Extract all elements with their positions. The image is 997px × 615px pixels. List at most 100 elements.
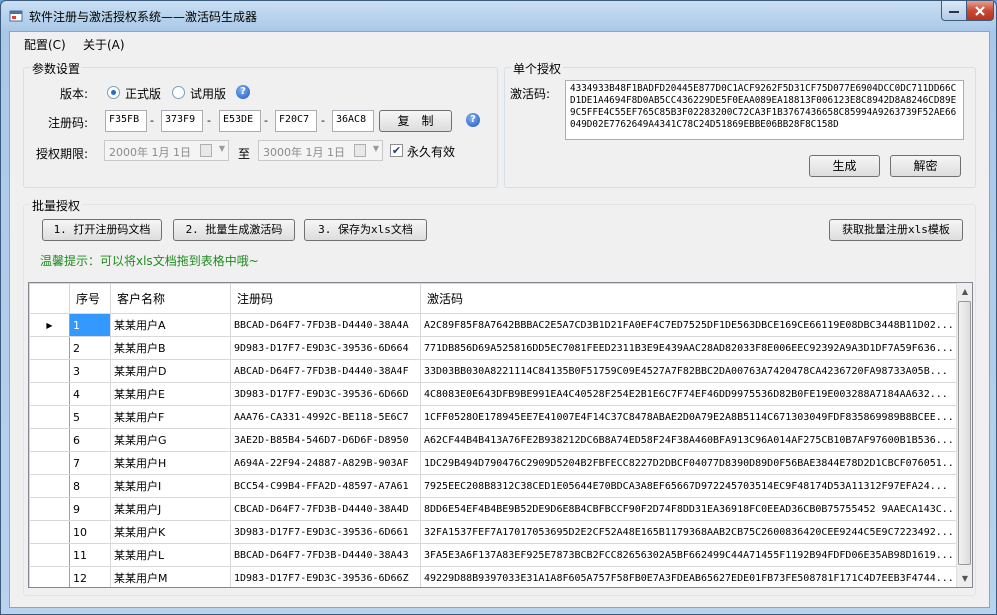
copy-button[interactable]: 复 制	[379, 110, 452, 132]
regcode-part-5[interactable]: 36AC8	[332, 110, 374, 132]
cell-index[interactable]: 10	[69, 520, 111, 544]
menu-about[interactable]: 关于(A)	[83, 36, 125, 53]
table-row[interactable]: ▶ 1 某某用户A BBCAD-D64F7-7FD3B-D4440-38A4A A2C8…	[29, 313, 957, 337]
radio-trial-label[interactable]: 试用版	[190, 85, 226, 102]
row-header[interactable]	[29, 405, 70, 429]
cell-customer[interactable]: 某某用户L	[110, 543, 231, 567]
cell-regcode[interactable]: CBCAD-D64F7-7FD3B-D4440-38A4D	[230, 497, 421, 521]
generate-button[interactable]: 生成	[809, 155, 880, 177]
get-xls-template-button[interactable]: 获取批量注册xls模板	[829, 219, 963, 241]
row-header[interactable]	[29, 497, 70, 521]
table-row[interactable]: 10 某某用户K 3D983-D17F7-E9D3C-39536-6D661 32FA…	[29, 520, 957, 544]
cell-customer[interactable]: 某某用户E	[110, 382, 231, 406]
radio-trial[interactable]	[172, 86, 185, 99]
cell-index[interactable]: 11	[69, 543, 111, 567]
cell-regcode[interactable]: AAA76-CA331-4992C-BE118-5E6C7	[230, 405, 421, 429]
version-help-icon[interactable]: ?	[236, 85, 250, 99]
cell-index[interactable]: 4	[69, 382, 111, 406]
row-header[interactable]	[29, 428, 70, 452]
activation-code-textarea[interactable]: 4334933B48F1BADFD20445E877D0C1ACF9262F5D…	[565, 80, 964, 140]
col-header-actcode[interactable]: 激活码	[420, 283, 957, 314]
batch-generate-button[interactable]: 2. 批量生成激活码	[173, 219, 295, 241]
cell-customer[interactable]: 某某用户J	[110, 497, 231, 521]
cell-actcode[interactable]: A2C89F85F8A7642BBBAC2E5A7CD3B1D21FA0EF4C…	[420, 313, 957, 337]
cell-index[interactable]: 8	[69, 474, 111, 498]
cell-regcode[interactable]: A694A-22F94-24887-A829B-903AF	[230, 451, 421, 475]
cell-actcode[interactable]: 3FA5E3A6F137A83EF925E7873BCB2FCC82656302…	[420, 543, 957, 567]
cell-regcode[interactable]: 3D983-D17F7-E9D3C-39536-6D661	[230, 520, 421, 544]
save-xls-button[interactable]: 3. 保存为xls文档	[304, 219, 427, 241]
table-row[interactable]: 5 某某用户F AAA76-CA331-4992C-BE118-5E6C7 1CFF0…	[29, 405, 957, 429]
row-header[interactable]	[29, 474, 70, 498]
row-header[interactable]	[29, 359, 70, 383]
cell-regcode[interactable]: 1D983-D17F7-E9D3C-39536-6D66Z	[230, 566, 421, 587]
cell-index[interactable]: 3	[69, 359, 111, 383]
regcode-part-1[interactable]: F35FB	[105, 110, 147, 132]
cell-customer[interactable]: 某某用户G	[110, 428, 231, 452]
date-from-picker[interactable]: 2000年 1月 1日 ▼	[104, 140, 229, 161]
regcode-part-2[interactable]: 373F9	[161, 110, 203, 132]
cell-actcode[interactable]: 32FA1537FEF7A17017053695D2E2CF52A48E165B…	[420, 520, 957, 544]
scroll-down-icon[interactable]: ▼	[957, 570, 972, 587]
row-header[interactable]	[29, 382, 70, 406]
cell-index[interactable]: 5	[69, 405, 111, 429]
cell-index[interactable]: 1	[69, 313, 111, 337]
cell-customer[interactable]: 某某用户H	[110, 451, 231, 475]
cell-regcode[interactable]: BBCAD-D64F7-7FD3B-D4440-38A43	[230, 543, 421, 567]
col-header-index[interactable]: 序号	[69, 283, 111, 314]
cell-customer[interactable]: 某某用户M	[110, 566, 231, 587]
cell-actcode[interactable]: 1CFF0528OE178945EE7E41007E4F14C37C8478AB…	[420, 405, 957, 429]
cell-regcode[interactable]: ABCAD-D64F7-7FD3B-D4440-38A4F	[230, 359, 421, 383]
table-row[interactable]: 3 某某用户D ABCAD-D64F7-7FD3B-D4440-38A4F 33D03…	[29, 359, 957, 383]
forever-label[interactable]: 永久有效	[407, 143, 455, 160]
table-row[interactable]: 11 某某用户L BBCAD-D64F7-7FD3B-D4440-38A43 3FA5…	[29, 543, 957, 567]
cell-actcode[interactable]: 8DD6E54EF4B4BE9B52DE9D6E8B4CBFBCCF90F2D7…	[420, 497, 957, 521]
cell-customer[interactable]: 某某用户K	[110, 520, 231, 544]
cell-actcode[interactable]: 1DC29B494D790476C2909D5204B2FBFECC8227D2…	[420, 451, 957, 475]
cell-index[interactable]: 12	[69, 566, 111, 587]
row-header[interactable]	[29, 543, 70, 567]
open-regcode-doc-button[interactable]: 1. 打开注册码文档	[42, 219, 162, 241]
table-row[interactable]: 9 某某用户J CBCAD-D64F7-7FD3B-D4440-38A4D 8DD6E…	[29, 497, 957, 521]
cell-actcode[interactable]: A62CF44B4B413A76FE2B938212DC6B8A74ED58F2…	[420, 428, 957, 452]
cell-index[interactable]: 2	[69, 336, 111, 360]
decrypt-button[interactable]: 解密	[890, 155, 961, 177]
col-header-regcode[interactable]: 注册码	[230, 283, 421, 314]
scroll-thumb[interactable]	[958, 301, 971, 565]
cell-customer[interactable]: 某某用户D	[110, 359, 231, 383]
cell-index[interactable]: 6	[69, 428, 111, 452]
cell-index[interactable]: 9	[69, 497, 111, 521]
table-row[interactable]: 8 某某用户I BCC54-C99B4-FFA2D-48597-A7A61 7925E…	[29, 474, 957, 498]
close-button[interactable]	[966, 1, 994, 21]
table-row[interactable]: 12 某某用户M 1D983-D17F7-E9D3C-39536-6D66Z 4922…	[29, 566, 957, 587]
cell-regcode[interactable]: 9D983-D17F7-E9D3C-39536-6D664	[230, 336, 421, 360]
cell-index[interactable]: 7	[69, 451, 111, 475]
table-row[interactable]: 6 某某用户G 3AE2D-B85B4-546D7-D6D6F-D8950 A62CF…	[29, 428, 957, 452]
cell-actcode[interactable]: 49229D88B9397033E31A1A8F605A757F58FB0E7A…	[420, 566, 957, 587]
cell-customer[interactable]: 某某用户F	[110, 405, 231, 429]
forever-checkbox[interactable]: ✔	[390, 144, 403, 157]
title-bar[interactable]: 软件注册与激活授权系统——激活码生成器	[1, 1, 996, 31]
row-header[interactable]	[29, 336, 70, 360]
vertical-scrollbar[interactable]: ▲ ▼	[956, 283, 972, 587]
minimize-button[interactable]	[941, 1, 967, 21]
col-header-customer[interactable]: 客户名称	[110, 283, 231, 314]
scroll-up-icon[interactable]: ▲	[957, 283, 972, 300]
row-header[interactable]	[29, 451, 70, 475]
row-header[interactable]	[29, 566, 70, 587]
date-to-picker[interactable]: 3000年 1月 1日 ▼	[258, 140, 383, 161]
cell-actcode[interactable]: 4C8083E0E643DFB9BE991EA4C40528F254E2B1E6…	[420, 382, 957, 406]
batch-grid[interactable]: 序号 客户名称 注册码 激活码 ▶ 1 某某用户A BBCAD-D64F7-7FD3B…	[28, 282, 973, 588]
cell-actcode[interactable]: 33D03BB030A8221114C84135B0F51759C09E4527…	[420, 359, 957, 383]
cell-regcode[interactable]: BBCAD-D64F7-7FD3B-D4440-38A4A	[230, 313, 421, 337]
cell-regcode[interactable]: BCC54-C99B4-FFA2D-48597-A7A61	[230, 474, 421, 498]
table-row[interactable]: 2 某某用户B 9D983-D17F7-E9D3C-39536-6D664 771DB…	[29, 336, 957, 360]
menu-config[interactable]: 配置(C)	[24, 36, 66, 53]
cell-customer[interactable]: 某某用户B	[110, 336, 231, 360]
cell-actcode[interactable]: 771DB856D69A525816DD5EC7081FEED2311B3E9E…	[420, 336, 957, 360]
radio-official-label[interactable]: 正式版	[125, 85, 161, 102]
radio-official[interactable]	[107, 86, 120, 99]
regcode-part-4[interactable]: F20C7	[275, 110, 317, 132]
cell-customer[interactable]: 某某用户A	[110, 313, 231, 337]
cell-actcode[interactable]: 7925EEC208B8312C38CED1E05644E70BDCA3A8EF…	[420, 474, 957, 498]
